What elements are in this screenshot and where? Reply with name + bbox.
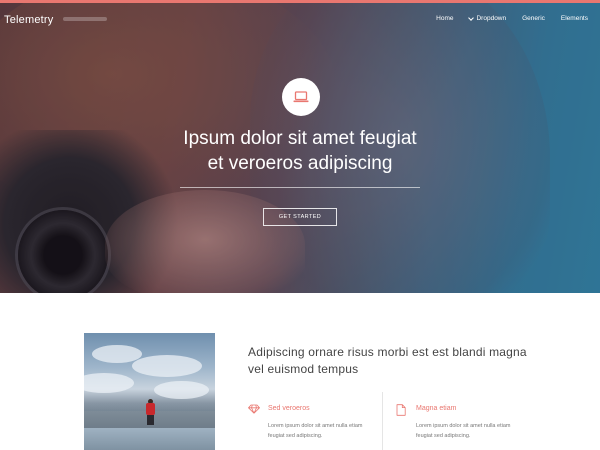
nav-elements-label: Elements — [560, 15, 588, 22]
hero-heading-line-1: Ipsum dolor sit amet feugiat — [183, 128, 417, 149]
photo-cloud — [84, 373, 134, 393]
nav-elements[interactable]: Elements — [561, 15, 588, 22]
site-logo[interactable]: Telemetry — [4, 14, 53, 26]
person-legs — [147, 415, 154, 425]
nav-home-label: Home — [436, 15, 454, 22]
hero-heading-line-2: et veroeros adipiscing — [207, 153, 393, 174]
nav-generic[interactable]: Generic — [522, 15, 545, 22]
nav-dropdown-label: Dropdown — [476, 15, 507, 22]
main-nav: Home Dropdown Generic Elements — [436, 14, 588, 22]
photo-cloud — [132, 355, 202, 377]
feature-title: Sed veroeros — [268, 405, 310, 412]
person-red-jacket — [146, 403, 155, 415]
photo-water — [84, 428, 215, 450]
top-accent-bar — [0, 0, 600, 3]
hero-divider — [180, 187, 420, 188]
document-icon — [396, 404, 406, 416]
feature-description: Lorem ipsum dolor sit amet nulla etiam f… — [416, 423, 511, 439]
section-heading-line-1: Adipiscing ornare risus morbi est est bl… — [248, 345, 527, 359]
feature-title: Magna etiam — [416, 405, 457, 412]
feature-divider — [382, 392, 383, 450]
section-heading-line-2: vel euismod tempus — [248, 362, 359, 376]
laptop-icon — [282, 78, 320, 116]
photo-cloud — [154, 381, 209, 399]
landscape-photo — [84, 333, 215, 450]
feature-description: Lorem ipsum dolor sit amet nulla etiam f… — [268, 423, 363, 439]
hero-banner: Telemetry Home Dropdown Generic Elements… — [0, 0, 600, 293]
nav-dropdown[interactable]: Dropdown — [468, 14, 507, 22]
chevron-down-icon — [468, 14, 475, 21]
logo-tagline-placeholder — [63, 17, 107, 21]
nav-generic-label: Generic — [522, 15, 545, 22]
laptop-icon-svg — [293, 91, 309, 103]
nav-home[interactable]: Home — [436, 15, 453, 22]
get-started-button[interactable]: GET STARTED — [263, 208, 337, 226]
diamond-icon — [248, 404, 260, 414]
